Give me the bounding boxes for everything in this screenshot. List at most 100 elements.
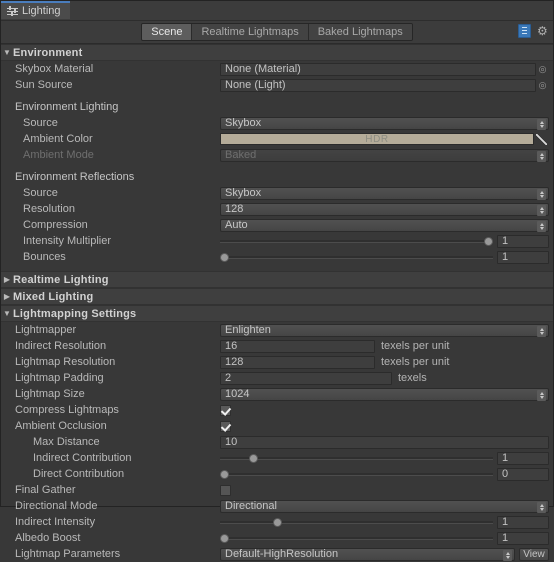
sun-source-field[interactable]: None (Light) bbox=[220, 78, 536, 92]
env-lighting-source-value: Skybox bbox=[225, 117, 262, 129]
intensity-multiplier-value[interactable]: 1 bbox=[497, 234, 549, 248]
lightmapper-value: Enlighten bbox=[225, 324, 271, 336]
chevron-updown-icon bbox=[537, 325, 546, 337]
row-skybox-material: Skybox Material None (Material) ◎ bbox=[1, 61, 553, 77]
bounces-slider[interactable] bbox=[220, 251, 493, 264]
lighting-settings-list: ▼ Environment Skybox Material None (Mate… bbox=[1, 44, 553, 562]
lighting-sliders-icon bbox=[7, 5, 18, 17]
row-compress-lightmaps: Compress Lightmaps bbox=[1, 402, 553, 418]
section-header-realtime-lighting[interactable]: ▶ Realtime Lighting bbox=[1, 271, 553, 288]
row-intensity-multiplier: Intensity Multiplier 1 bbox=[1, 233, 553, 249]
section-header-environment[interactable]: ▼ Environment bbox=[1, 44, 553, 61]
slider-knob[interactable] bbox=[220, 252, 229, 262]
lightmap-parameters-dropdown[interactable]: Default-HighResolution bbox=[220, 547, 515, 561]
tab-realtime-lightmaps[interactable]: Realtime Lightmaps bbox=[192, 24, 309, 40]
row-ambient-color: Ambient Color HDR bbox=[1, 131, 553, 147]
row-lightmap-size: Lightmap Size 1024 bbox=[1, 386, 553, 402]
lightmap-parameters-view-button[interactable]: View bbox=[519, 547, 549, 561]
label-indirect-resolution: Indirect Resolution bbox=[15, 340, 107, 352]
reflection-resolution-value: 128 bbox=[225, 203, 244, 215]
indirect-resolution-input[interactable]: 16 bbox=[220, 339, 375, 353]
indirect-intensity-slider[interactable] bbox=[220, 516, 493, 529]
lightmap-book-icon[interactable] bbox=[518, 24, 531, 38]
environment-disclosure-triangle[interactable]: ▼ bbox=[1, 48, 13, 57]
lightmapping-settings-disclosure-triangle[interactable]: ▼ bbox=[1, 309, 13, 318]
ambient-occlusion-checkbox[interactable] bbox=[220, 420, 231, 432]
ambient-color-swatch[interactable]: HDR bbox=[220, 133, 534, 145]
chevron-updown-icon bbox=[537, 150, 546, 162]
row-environment-lighting-group: Environment Lighting bbox=[1, 99, 553, 115]
lightmapper-dropdown[interactable]: Enlighten bbox=[220, 323, 549, 337]
max-distance-input[interactable]: 10 bbox=[220, 435, 549, 449]
row-lightmap-resolution: Lightmap Resolution 128 texels per unit bbox=[1, 354, 553, 370]
label-skybox-material: Skybox Material bbox=[15, 63, 94, 75]
slider-knob[interactable] bbox=[220, 469, 229, 479]
sun-source-picker-icon[interactable]: ◎ bbox=[536, 80, 549, 91]
slider-knob[interactable] bbox=[249, 453, 259, 463]
label-reflection-compression: Compression bbox=[23, 219, 88, 231]
mixed-lighting-disclosure-triangle[interactable]: ▶ bbox=[1, 292, 13, 301]
window-tab-lighting[interactable]: Lighting bbox=[1, 1, 70, 19]
albedo-boost-slider[interactable] bbox=[220, 532, 493, 545]
skybox-material-picker-icon[interactable]: ◎ bbox=[536, 64, 549, 75]
label-env-lighting-source: Source bbox=[23, 117, 58, 129]
label-albedo-boost: Albedo Boost bbox=[15, 532, 81, 544]
indirect-intensity-value[interactable]: 1 bbox=[497, 515, 549, 529]
lightmap-padding-unit: texels bbox=[398, 372, 427, 384]
indirect-contribution-value[interactable]: 1 bbox=[497, 451, 549, 465]
albedo-boost-value[interactable]: 1 bbox=[497, 531, 549, 545]
chevron-updown-icon bbox=[537, 118, 546, 130]
eyedropper-icon[interactable] bbox=[534, 133, 549, 146]
row-reflection-resolution: Resolution 128 bbox=[1, 201, 553, 217]
reflection-resolution-dropdown[interactable]: 128 bbox=[220, 202, 549, 216]
label-indirect-intensity: Indirect Intensity bbox=[15, 516, 96, 528]
skybox-material-field[interactable]: None (Material) bbox=[220, 62, 536, 76]
lightmap-parameters-value: Default-HighResolution bbox=[225, 548, 339, 560]
toolbar-right-icons: ⚙ bbox=[518, 24, 548, 38]
section-header-lightmapping-settings[interactable]: ▼ Lightmapping Settings bbox=[1, 305, 553, 322]
direct-contribution-value[interactable]: 0 bbox=[497, 467, 549, 481]
window-tab-label: Lighting bbox=[22, 5, 61, 17]
row-final-gather: Final Gather bbox=[1, 482, 553, 498]
label-env-reflections-source: Source bbox=[23, 187, 58, 199]
reflection-compression-dropdown[interactable]: Auto bbox=[220, 218, 549, 232]
tab-scene[interactable]: Scene bbox=[142, 24, 193, 40]
label-ambient-mode: Ambient Mode bbox=[23, 149, 94, 161]
slider-track bbox=[220, 536, 493, 540]
row-environment-reflections-group: Environment Reflections bbox=[1, 169, 553, 185]
slider-knob[interactable] bbox=[272, 517, 282, 527]
chevron-updown-icon bbox=[537, 204, 546, 216]
lightmap-padding-input[interactable]: 2 bbox=[220, 371, 392, 385]
slider-track bbox=[220, 472, 493, 476]
label-compress-lightmaps: Compress Lightmaps bbox=[15, 404, 119, 416]
label-final-gather: Final Gather bbox=[15, 484, 76, 496]
indirect-contribution-slider[interactable] bbox=[220, 452, 493, 465]
label-reflection-resolution: Resolution bbox=[23, 203, 75, 215]
env-reflections-source-dropdown[interactable]: Skybox bbox=[220, 186, 549, 200]
label-lightmap-parameters: Lightmap Parameters bbox=[15, 548, 121, 560]
realtime-lighting-disclosure-triangle[interactable]: ▶ bbox=[1, 275, 13, 284]
row-lightmap-parameters: Lightmap Parameters Default-HighResoluti… bbox=[1, 546, 553, 562]
section-title-realtime-lighting: Realtime Lighting bbox=[13, 273, 109, 286]
intensity-multiplier-slider[interactable] bbox=[220, 235, 493, 248]
label-bounces: Bounces bbox=[23, 251, 66, 263]
row-albedo-boost: Albedo Boost 1 bbox=[1, 530, 553, 546]
gear-icon[interactable]: ⚙ bbox=[537, 25, 548, 37]
indirect-resolution-unit: texels per unit bbox=[381, 340, 450, 352]
directional-mode-dropdown[interactable]: Directional bbox=[220, 499, 549, 513]
tab-baked-lightmaps[interactable]: Baked Lightmaps bbox=[308, 24, 412, 40]
bounces-value[interactable]: 1 bbox=[497, 250, 549, 264]
compress-lightmaps-checkbox[interactable] bbox=[220, 404, 231, 416]
slider-knob[interactable] bbox=[220, 533, 229, 543]
direct-contribution-slider[interactable] bbox=[220, 468, 493, 481]
slider-knob[interactable] bbox=[484, 236, 493, 246]
row-max-distance: Max Distance 10 bbox=[1, 434, 553, 450]
lightmap-resolution-input[interactable]: 128 bbox=[220, 355, 375, 369]
section-header-mixed-lighting[interactable]: ▶ Mixed Lighting bbox=[1, 288, 553, 305]
lightmap-mode-tabs: Scene Realtime Lightmaps Baked Lightmaps bbox=[141, 23, 413, 41]
row-ambient-occlusion: Ambient Occlusion bbox=[1, 418, 553, 434]
env-lighting-source-dropdown[interactable]: Skybox bbox=[220, 116, 549, 130]
lightmap-size-dropdown[interactable]: 1024 bbox=[220, 387, 549, 401]
final-gather-checkbox[interactable] bbox=[220, 484, 231, 496]
slider-track bbox=[220, 239, 493, 243]
